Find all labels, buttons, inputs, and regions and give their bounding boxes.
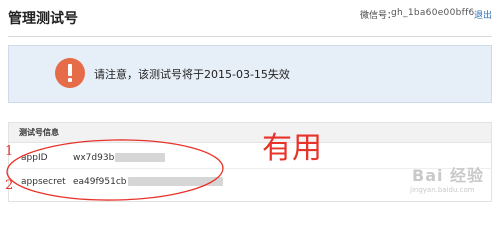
page-title: 管理测试号	[8, 11, 78, 27]
expiry-notice: 请注意，该测试号将于2015-03-15失效	[8, 45, 492, 103]
appid-label: appID	[21, 153, 48, 163]
page: 管理测试号 微信号： gh_1ba60e00bff6 退出 请注意，该测试号将于…	[0, 0, 500, 202]
header: 管理测试号 微信号： gh_1ba60e00bff6 退出	[0, 0, 500, 36]
appid-value: wx7d93b	[73, 153, 166, 163]
appsecret-redaction	[127, 177, 223, 186]
watermark-brand: Bai 经验	[412, 166, 485, 185]
notice-text: 请注意，该测试号将于2015-03-15失效	[94, 68, 290, 81]
panel-header: 测试号信息	[9, 123, 491, 143]
logout-link[interactable]: 退出	[474, 8, 492, 21]
baidu-jingyan-watermark: Bai 经验 jingyan.baidu.com	[390, 160, 494, 200]
warning-icon	[55, 58, 85, 88]
watermark-url: jingyan.baidu.com	[410, 186, 475, 194]
appsecret-label: appsecret	[21, 177, 66, 187]
panel-title: 测试号信息	[19, 128, 59, 137]
wechat-id-value: gh_1ba60e00bff6	[391, 8, 475, 18]
appsecret-value-text: ea49f951cb	[73, 177, 127, 187]
appsecret-value: ea49f951cb	[73, 177, 223, 187]
header-divider	[8, 36, 492, 37]
appid-redaction	[115, 153, 166, 162]
appid-value-text: wx7d93b	[73, 153, 115, 163]
